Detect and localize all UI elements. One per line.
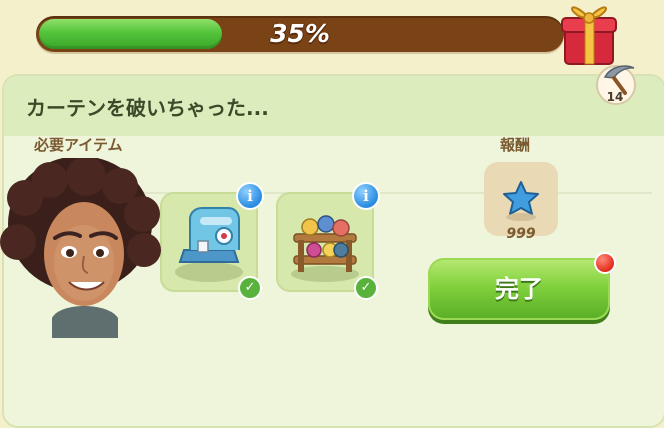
required-item-sewing-machine[interactable]: i ✓ <box>160 182 264 300</box>
info-icon[interactable]: i <box>236 182 264 210</box>
reward-label: 報酬 <box>500 136 531 154</box>
info-icon[interactable]: i <box>352 182 380 210</box>
pickaxe-count: 14 <box>606 90 624 104</box>
complete-button[interactable]: 完了 <box>428 258 610 320</box>
task-title: カーテンを破いちゃった... <box>26 96 269 120</box>
required-item-fabric-shelf[interactable]: i ✓ <box>276 182 380 300</box>
progress-label: 35% <box>270 19 330 48</box>
notification-dot <box>594 252 616 274</box>
progress-bar: 35% <box>36 16 564 52</box>
reward-amount: 999 <box>506 226 536 242</box>
check-icon: ✓ <box>238 276 262 300</box>
reward-card[interactable] <box>484 162 558 236</box>
character-avatar <box>0 158 161 338</box>
blue-star-icon <box>503 181 539 221</box>
check-icon: ✓ <box>354 276 378 300</box>
required-items-label: 必要アイテム <box>34 136 123 154</box>
